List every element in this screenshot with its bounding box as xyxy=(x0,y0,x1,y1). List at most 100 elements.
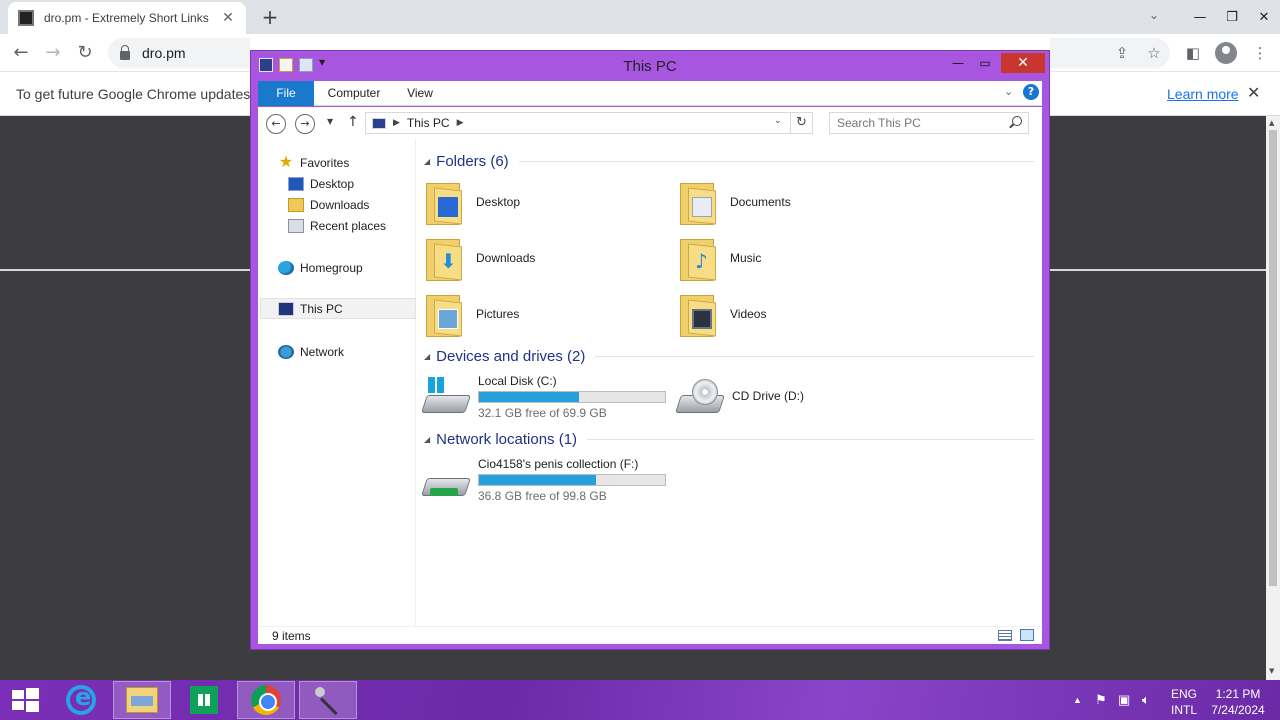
tab-view[interactable]: View xyxy=(398,81,442,106)
scroll-down-icon[interactable]: ▼ xyxy=(1269,667,1274,675)
pictures-folder-icon xyxy=(424,291,464,337)
nav-item-desktop[interactable]: Desktop xyxy=(288,173,354,194)
tab-close-icon[interactable]: ✕ xyxy=(220,10,236,26)
side-panel-icon[interactable]: ◧ xyxy=(1183,43,1203,63)
forward-arrow-icon[interactable]: → xyxy=(42,42,64,64)
browser-tab[interactable]: dro.pm - Extremely Short Links ✕ xyxy=(8,2,246,34)
browser-close-button[interactable]: ✕ xyxy=(1248,0,1280,34)
nav-item-favorites[interactable]: ★ Favorites xyxy=(278,152,350,173)
taskbar-store[interactable] xyxy=(175,681,233,719)
star-icon: ★ xyxy=(278,153,294,171)
explorer-forward-icon[interactable]: → xyxy=(295,114,315,134)
address-bar[interactable]: dro.pm xyxy=(108,38,250,68)
breadcrumb-separator-icon[interactable]: ▶ xyxy=(393,118,400,128)
clock-time: 1:21 PM xyxy=(1215,687,1261,701)
drive-tile-network-location[interactable]: Cio4158's penis collection (F:) 36.8 GB … xyxy=(421,455,674,505)
microphone-icon xyxy=(313,685,343,715)
up-arrow-icon[interactable]: ↑ xyxy=(347,114,359,130)
folder-tile-pictures[interactable]: Pictures xyxy=(424,289,664,339)
new-tab-button[interactable]: + xyxy=(260,5,280,29)
refresh-icon[interactable]: ↻ xyxy=(791,112,813,134)
volume-icon[interactable]: 🔈︎ xyxy=(1142,692,1150,708)
help-icon[interactable]: ? xyxy=(1023,84,1039,100)
back-arrow-icon[interactable]: ← xyxy=(10,42,32,64)
scroll-thumb[interactable] xyxy=(1269,130,1277,586)
lock-icon[interactable] xyxy=(120,44,130,60)
system-clock[interactable]: 1:21 PM 7/24/2024 xyxy=(1206,686,1270,718)
language-code: ENG xyxy=(1171,687,1198,701)
drive-usage-fill xyxy=(479,475,597,485)
breadcrumb-this-pc[interactable]: This PC xyxy=(407,116,450,130)
network-status-icon[interactable]: ▣ xyxy=(1118,692,1130,708)
group-header-folders[interactable]: ◢ Folders (6) xyxy=(424,151,1034,171)
tab-file[interactable]: File xyxy=(258,81,314,106)
collapse-arrow-icon[interactable]: ◢ xyxy=(424,352,430,361)
url-text: dro.pm xyxy=(142,45,186,61)
expand-ribbon-icon[interactable]: ⌄ xyxy=(1004,85,1013,98)
infobar-close-icon[interactable]: ✕ xyxy=(1247,83,1260,102)
drive-tile-local-disk[interactable]: Local Disk (C:) 32.1 GB free of 69.9 GB xyxy=(421,372,674,422)
taskbar-internet-explorer[interactable] xyxy=(52,681,110,719)
documents-folder-icon xyxy=(678,179,718,225)
action-center-flag-icon[interactable]: ⚑ xyxy=(1095,692,1107,708)
recent-locations-icon[interactable]: ▼ xyxy=(327,117,333,126)
folder-tile-documents[interactable]: Documents xyxy=(678,177,918,227)
file-explorer-icon xyxy=(126,687,158,713)
cd-drive-icon xyxy=(675,377,725,417)
drive-tile-cd-drive[interactable]: CD Drive (D:) xyxy=(675,372,928,422)
explorer-back-icon[interactable]: ← xyxy=(266,114,286,134)
nav-item-this-pc[interactable]: This PC xyxy=(260,298,416,319)
folder-tile-music[interactable]: Music xyxy=(678,233,918,283)
input-language-indicator[interactable]: ENG INTL xyxy=(1171,686,1197,718)
nav-item-network[interactable]: Network xyxy=(278,341,344,362)
collapse-arrow-icon[interactable]: ◢ xyxy=(424,435,430,444)
browser-restore-button[interactable]: ❐ xyxy=(1216,0,1248,34)
explorer-title-bar[interactable]: ▼ This PC — ▭ ✕ xyxy=(251,51,1049,81)
folder-tile-videos[interactable]: Videos xyxy=(678,289,918,339)
taskbar-chrome[interactable] xyxy=(237,681,295,719)
search-icon[interactable] xyxy=(1012,116,1022,126)
address-history-icon[interactable]: ⌄ xyxy=(774,116,782,126)
folder-tile-desktop[interactable]: Desktop xyxy=(424,177,664,227)
desktop-icon xyxy=(288,176,304,191)
share-icon[interactable]: ⇪ xyxy=(1112,43,1132,63)
drive-name: CD Drive (D:) xyxy=(732,388,804,403)
explorer-minimize-button[interactable]: — xyxy=(946,53,970,73)
group-header-devices[interactable]: ◢ Devices and drives (2) xyxy=(424,346,1034,366)
taskbar-file-explorer[interactable] xyxy=(113,681,171,719)
nav-item-downloads[interactable]: Downloads xyxy=(288,194,369,215)
bookmark-star-icon[interactable]: ☆ xyxy=(1144,43,1164,63)
explorer-address-bar[interactable]: ▶ This PC ▶ ⌄ xyxy=(365,112,791,134)
tab-computer[interactable]: Computer xyxy=(320,81,388,106)
explorer-search-box[interactable] xyxy=(829,112,1029,134)
explorer-maximize-button[interactable]: ▭ xyxy=(973,53,997,73)
large-icons-view-icon[interactable] xyxy=(1020,629,1034,641)
drive-info: Cio4158's penis collection (F:) 36.8 GB … xyxy=(478,457,666,503)
nav-item-homegroup[interactable]: Homegroup xyxy=(278,257,363,278)
scroll-up-icon[interactable]: ▲ xyxy=(1269,119,1274,127)
clock-date: 7/24/2024 xyxy=(1211,703,1265,717)
breadcrumb-separator-icon[interactable]: ▶ xyxy=(457,118,464,128)
profile-avatar[interactable] xyxy=(1215,42,1237,64)
search-input[interactable] xyxy=(837,116,1007,130)
group-header-network-locations[interactable]: ◢ Network locations (1) xyxy=(424,429,1034,449)
learn-more-link[interactable]: Learn more xyxy=(1167,86,1239,102)
browser-minimize-button[interactable]: — xyxy=(1184,0,1216,34)
group-divider xyxy=(587,438,1034,440)
drive-usage-bar xyxy=(478,474,666,486)
reload-icon[interactable]: ↻ xyxy=(74,42,96,64)
details-view-icon[interactable] xyxy=(998,630,1012,641)
page-scrollbar[interactable]: ▲ ▼ xyxy=(1266,116,1280,680)
collapse-arrow-icon[interactable]: ◢ xyxy=(424,157,430,166)
folder-tile-downloads[interactable]: Downloads xyxy=(424,233,664,283)
chrome-menu-icon[interactable]: ⋮ xyxy=(1250,43,1270,63)
start-button[interactable] xyxy=(8,686,42,714)
show-hidden-icons-icon[interactable]: ▲ xyxy=(1073,695,1082,705)
tab-search-icon[interactable]: ⌄ xyxy=(1144,8,1164,22)
explorer-window-title: This PC xyxy=(623,58,677,75)
taskbar-microphone-app[interactable] xyxy=(299,681,357,719)
drive-name: Local Disk (C:) xyxy=(478,374,557,388)
music-folder-icon xyxy=(678,235,718,281)
nav-item-recent-places[interactable]: Recent places xyxy=(288,215,386,236)
explorer-close-button[interactable]: ✕ xyxy=(1001,53,1045,73)
